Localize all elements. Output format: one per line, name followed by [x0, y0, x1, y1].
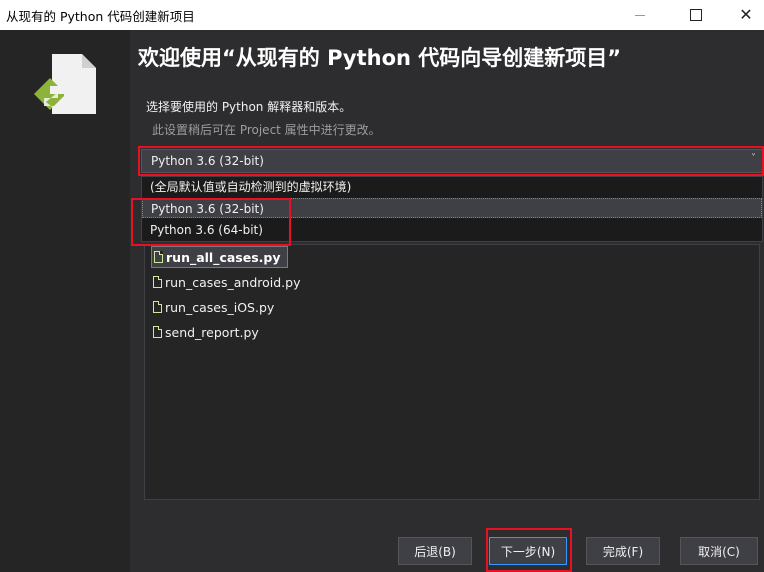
wizard-heading: 欢迎使用“从现有的 Python 代码向导创建新项目”: [138, 46, 622, 70]
finish-button[interactable]: 完成(F): [586, 537, 660, 565]
window-title: 从现有的 Python 代码创建新项目: [6, 9, 195, 24]
minimize-button[interactable]: [616, 0, 664, 30]
file-icon: [154, 251, 163, 263]
file-icon: [153, 276, 162, 288]
file-item-run-cases-android[interactable]: run_cases_android.py: [151, 271, 306, 293]
file-name: run_cases_android.py: [165, 274, 301, 290]
close-button[interactable]: ✕: [722, 0, 764, 30]
python-project-icon: [34, 54, 96, 114]
file-item-run-cases-ios[interactable]: run_cases_iOS.py: [151, 296, 280, 318]
settings-hint: 此设置稍后可在 Project 属性中进行更改。: [152, 123, 381, 137]
interpreter-option-64bit[interactable]: Python 3.6 (64-bit): [142, 220, 762, 240]
interpreter-select[interactable]: Python 3.6 (32-bit) ˅: [141, 149, 763, 173]
file-name: run_cases_iOS.py: [165, 299, 275, 315]
interpreter-selected-value: Python 3.6 (32-bit): [151, 154, 264, 168]
close-icon: ✕: [739, 5, 753, 24]
maximize-icon: [690, 9, 702, 21]
interpreter-prompt: 选择要使用的 Python 解释器和版本。: [146, 100, 352, 114]
file-icon: [153, 326, 162, 338]
file-item-send-report[interactable]: send_report.py: [151, 321, 265, 343]
back-button[interactable]: 后退(B): [398, 537, 472, 565]
interpreter-option-default[interactable]: (全局默认值或自动检测到的虚拟环境): [142, 177, 762, 197]
next-button[interactable]: 下一步(N): [489, 537, 567, 565]
title-bar: 从现有的 Python 代码创建新项目 ✕: [0, 0, 764, 30]
file-list: run_all_cases.py run_cases_android.py ru…: [144, 244, 760, 500]
interpreter-option-32bit[interactable]: Python 3.6 (32-bit): [142, 198, 762, 218]
cancel-button[interactable]: 取消(C): [680, 537, 758, 565]
file-icon: [153, 301, 162, 313]
interpreter-dropdown: (全局默认值或自动检测到的虚拟环境) Python 3.6 (32-bit) P…: [141, 176, 763, 242]
file-item-run-all-cases[interactable]: run_all_cases.py: [151, 246, 288, 268]
chevron-down-icon[interactable]: ˅: [751, 153, 756, 164]
maximize-button[interactable]: [672, 0, 720, 30]
file-name: send_report.py: [165, 324, 259, 340]
minimize-icon: [635, 14, 645, 16]
file-name: run_all_cases.py: [166, 249, 281, 265]
